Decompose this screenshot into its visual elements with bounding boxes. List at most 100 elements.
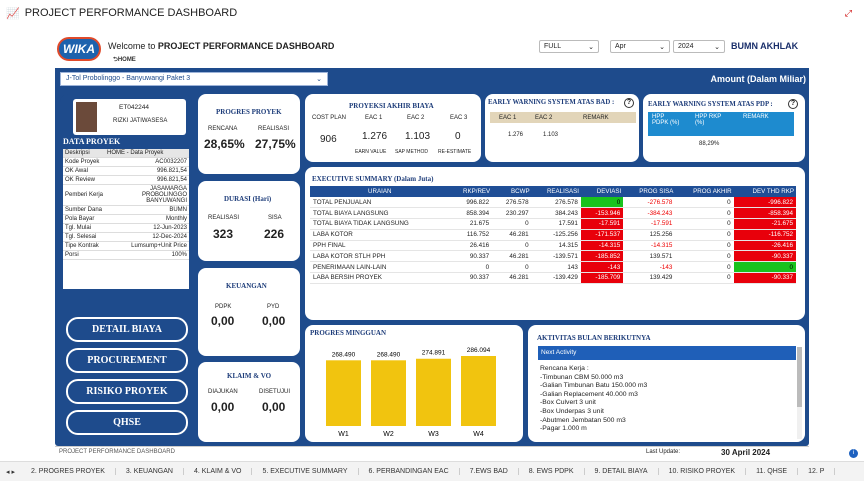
diajukan-value: 0,00 [211,400,235,414]
table-cell: BUMN [105,205,189,215]
procurement-button[interactable]: PROCUREMENT [66,348,188,373]
table-cell: 0 [675,218,734,230]
table-cell: 0 [449,261,493,274]
durasi-realisasi-value: 323 [213,227,234,241]
chevron-down-icon: ⌄ [316,76,322,83]
list-item: -Box Culvert 3 unit [540,399,596,407]
table-cell: JASAMARGA PROBOLINGGO BANYUWANGI [105,184,189,206]
progres-title: PROGRES PROYEK [216,108,282,116]
disetujui-value: 0,00 [262,400,286,414]
last-update-value: 30 April 2024 [721,448,771,457]
bar [371,360,406,426]
chevron-down-icon: ⌄ [714,43,720,51]
table-cell: -153.946 [580,207,624,220]
tab-item[interactable]: 6. PERBANDINGAN EAC [359,468,460,475]
eac1-value: 1.276 [362,131,388,142]
avatar [76,102,97,132]
table-cell: 90.337 [449,272,493,284]
tab-item[interactable]: 2. PROGRES PROYEK [21,468,116,475]
tab-item[interactable]: 12. P [798,468,836,475]
table-cell: 139.571 [623,250,676,263]
tab-item[interactable]: 9. DETAIL BIAYA [585,468,659,475]
tab-item[interactable]: 5. EXECUTIVE SUMMARY [252,468,359,475]
table-cell: 0 [675,261,734,274]
rencana-value: 28,65% [204,137,245,151]
pyd-label: PYD [267,304,280,310]
tab-scroll-arrows-icon[interactable]: ◂ ▸ [0,468,21,476]
tab-item[interactable]: 11. QHSE [746,468,799,475]
risiko-proyek-button[interactable]: RISIKO PROYEK [66,379,188,404]
table-cell: Tipe Kontrak [63,241,106,251]
weekly-progress-chart: 268.490 W1 268.490 W2 274.891 W3 286.094 W4 [326,347,496,438]
data-label: 268.490 [377,351,401,358]
tab-item[interactable]: 10. RISIKO PROYEK [659,468,747,475]
qhse-button[interactable]: QHSE [66,410,188,435]
user-name: RIZKI JATIWASESA [113,118,168,124]
progres-panel: PROGRES PROYEK RENCANA REALISASI 28,65% … [198,94,300,174]
project-select[interactable]: J-Tol Probolinggo - Banyuwangi Paket 3 ⌄ [60,72,328,86]
table-row: TOTAL PENJUALAN 996.822 276.578 276.578 0 -27… [310,197,796,209]
tab-item[interactable]: 4. KLAIM & VO [184,468,253,475]
ews-pdp-col: REMARK [743,114,769,120]
table-cell: 12-Jun-2023 [105,223,189,233]
user-id: ET042244 [119,104,149,111]
executive-summary-table: URAIAN RKP/REV BCWP REALISASI DEVIASI PROG SI… [310,186,796,284]
bumn-akhlak-logo: BUMN AKHLAK [731,41,799,51]
chevron-down-icon: ⌄ [588,43,594,51]
year-select[interactable]: 2024 ⌄ [673,40,725,53]
table-cell: LABA KOTOR [310,229,450,241]
ews-pdp-col: HPP RKP (%) [695,114,722,126]
ews-bad-col: EAC 2 [535,115,553,121]
table-row: Tipe Kontrak Lumsump+Unit Price [63,241,189,251]
table-cell: -276.578 [623,197,676,209]
table-cell: OK Review [63,175,106,185]
table-row: Tgl. Selesai 12-Dec-2024 [63,232,189,242]
table-cell: 46.281 [492,272,532,284]
data-proyek-title: DATA PROYEK [63,137,121,146]
table-cell: 143 [531,261,581,274]
table-row: OK Awal 996.821,54 [63,166,189,176]
table-cell: PPH FINAL [310,240,450,252]
table-cell: Pemberi Kerja [63,184,106,206]
list-item: -Timbunan CBM 50.000 m3 [540,373,624,381]
table-row: PENERIMAAN LAIN-LAIN 0 0 143 -143 -143 0 0 [310,261,796,274]
table-row: Pola Bayar Monthly [63,214,189,224]
ews-bad-panel: EARLY WARNING SYSTEM ATAS BAD : ? EAC 1 … [485,94,639,162]
eac1-sub: EARN VALUE [355,149,387,155]
scrollbar[interactable] [797,347,802,439]
tab-item[interactable]: 3. KEUANGAN [116,468,184,475]
table-cell: 0 [675,197,734,209]
eac2-sub: SAP METHOD [395,149,428,155]
durasi-panel: DURASI (Hari) REALISASI SISA 323 226 [198,181,300,261]
cost-plan-label: COST PLAN [312,115,346,121]
table-cell: 100% [105,250,189,260]
table-row: LABA KOTOR 116.752 46.281 -125.256 -171.537 1… [310,229,796,241]
executive-summary-panel: EXECUTIVE SUMMARY (Dalam Juta) URAIAN RKP… [305,167,805,320]
table-cell: 996.821,54 [105,166,189,176]
expand-icon[interactable]: ⤢ [845,8,852,19]
table-row: LABA KOTOR STLH PPH 90.337 46.281 -139.571-… [310,250,796,263]
footer-label: PROJECT PERFORMANCE DASHBOARD [59,449,175,455]
detail-biaya-button[interactable]: DETAIL BIAYA [66,317,188,342]
data-label: 268.490 [332,351,356,358]
ews-bad-eac1: 1.276 [508,132,524,138]
home-link[interactable]: ⮌HOME [113,55,136,65]
column-header: REALISASI [531,186,581,197]
scrollbar-thumb[interactable] [797,347,802,407]
tab-item[interactable]: 8. EWS PDPK [519,468,585,475]
help-icon[interactable]: ? [788,99,798,109]
table-cell: 125.256 [623,229,676,241]
table-cell: -139.429 [531,272,581,284]
table-cell: -125.256 [531,229,581,241]
eac2-value: 1.103 [405,131,431,142]
column-header: DEVIASI [580,186,624,197]
month-select[interactable]: Apr ⌄ [610,40,670,53]
bar [326,360,361,426]
help-icon[interactable]: ? [624,98,634,108]
tab-item[interactable]: 7.EWS BAD [460,468,519,475]
mode-select[interactable]: FULL ⌄ [539,40,599,53]
column-header: URAIAN [310,186,450,197]
next-activity-header: Next Activity [538,346,796,360]
hpp-rkp-value: 88,29% [699,141,720,147]
info-icon[interactable]: i [849,449,858,458]
